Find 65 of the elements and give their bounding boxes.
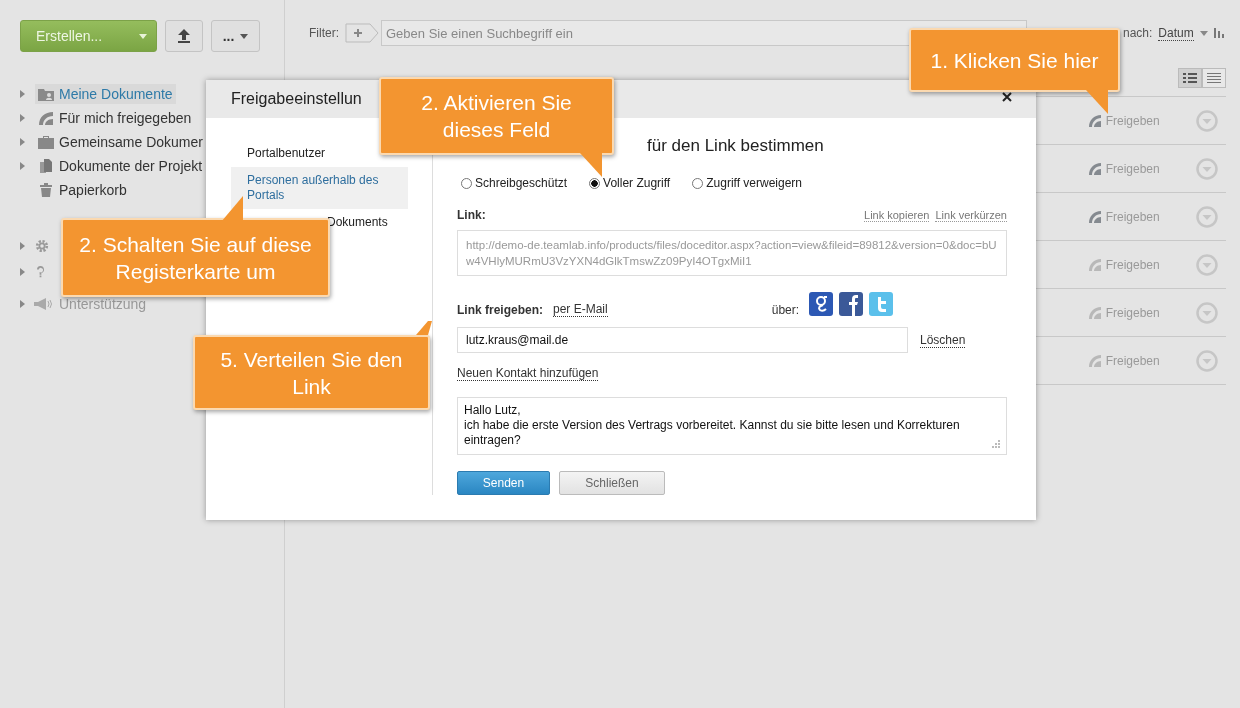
email-field[interactable]: lutz.kraus@mail.de [457,327,908,353]
add-contact-link[interactable]: Neuen Kontakt hinzufügen [457,366,599,381]
expand-arrow-icon[interactable] [20,90,25,98]
sidebar-item[interactable]: Gemeinsame Dokumer [35,132,206,152]
sort-order-icon[interactable] [1213,28,1226,38]
link-label: Link: [457,208,486,222]
access-radio[interactable]: Schreibgeschützt [461,176,568,190]
access-radio[interactable]: Voller Zugriff [589,176,671,190]
caret-icon[interactable] [1199,30,1208,36]
list-icon [1206,73,1221,83]
add-filter-icon[interactable] [345,23,379,43]
hint-tooltip: 1. Klicken Sie hier [909,28,1120,92]
callout-pointer [416,321,432,335]
upload-icon [176,28,192,44]
email-share-link[interactable]: per E-Mail [553,302,608,317]
close-button[interactable] [1002,92,1012,102]
callout-pointer [221,196,245,222]
link-action[interactable]: Link verkürzen [935,208,1007,222]
trash-icon [38,183,54,197]
section-heading: für den Link bestimmen [647,136,825,156]
documents-icon [38,159,54,173]
sidebar-item[interactable]: Für mich freigegeben [35,108,195,128]
link-action[interactable]: Link kopieren [864,208,930,222]
megaphone-icon [34,297,54,311]
callout-pointer [580,153,604,177]
dialog-title: Freigabeeinstellun [231,90,362,108]
message-field[interactable]: Hallo Lutz, ich habe die erste Version des Vertrags vorbereitet. Kannst du sie bitte lesen und Korrekturen eintragen? [457,397,1007,455]
upload-button[interactable] [165,20,203,52]
caret-icon [139,33,147,39]
view-mode-button[interactable] [1201,68,1226,88]
share-label: Link freigeben: [457,302,543,317]
resize-grip-icon[interactable] [992,440,1000,448]
gear-icon[interactable] [35,239,49,253]
access-radio[interactable]: Zugriff verweigern [692,176,803,190]
expand-arrow-icon[interactable] [20,300,25,308]
briefcase-icon [38,135,54,149]
remove-link[interactable]: Löschen [920,332,966,348]
sidebar-item[interactable]: Dokumente der Projekt [35,156,206,176]
expand-arrow-icon[interactable] [20,162,25,170]
facebook-icon[interactable] [839,291,864,316]
filter-label: Filter: [309,26,339,40]
more-button[interactable]: ... [211,20,260,52]
share-arc-icon [38,111,54,125]
view-mode-button[interactable] [1177,68,1202,88]
callout-pointer [1086,90,1110,114]
expand-arrow-icon[interactable] [20,242,25,250]
close-icon [1002,92,1012,102]
hint-tooltip: 2. Schalten Sie auf diese Registerkarte um [61,218,330,297]
sidebar-item[interactable]: Papierkorb [35,180,130,200]
caret-icon [240,33,249,39]
expand-arrow-icon[interactable] [20,138,25,146]
sort-label: nach: [1123,26,1153,40]
help-icon[interactable] [35,265,46,279]
detail-list-icon [1182,73,1197,83]
close-dialog-button[interactable]: Schließen [559,471,665,495]
expand-arrow-icon[interactable] [20,268,25,276]
hint-tooltip: 5. Verteilen Sie den Link [193,335,430,410]
google-icon[interactable] [809,291,834,316]
hint-tooltip: 2. Aktivieren Sie dieses Feld [379,77,614,155]
twitter-icon[interactable] [869,291,894,316]
share-via-label: über: [771,302,800,317]
dialog-tab[interactable]: Personen außerhalb des Portals [231,167,408,209]
folder-icon [38,87,54,101]
expand-arrow-icon[interactable] [20,114,25,122]
sort-dropdown[interactable]: Datum [1158,25,1194,41]
